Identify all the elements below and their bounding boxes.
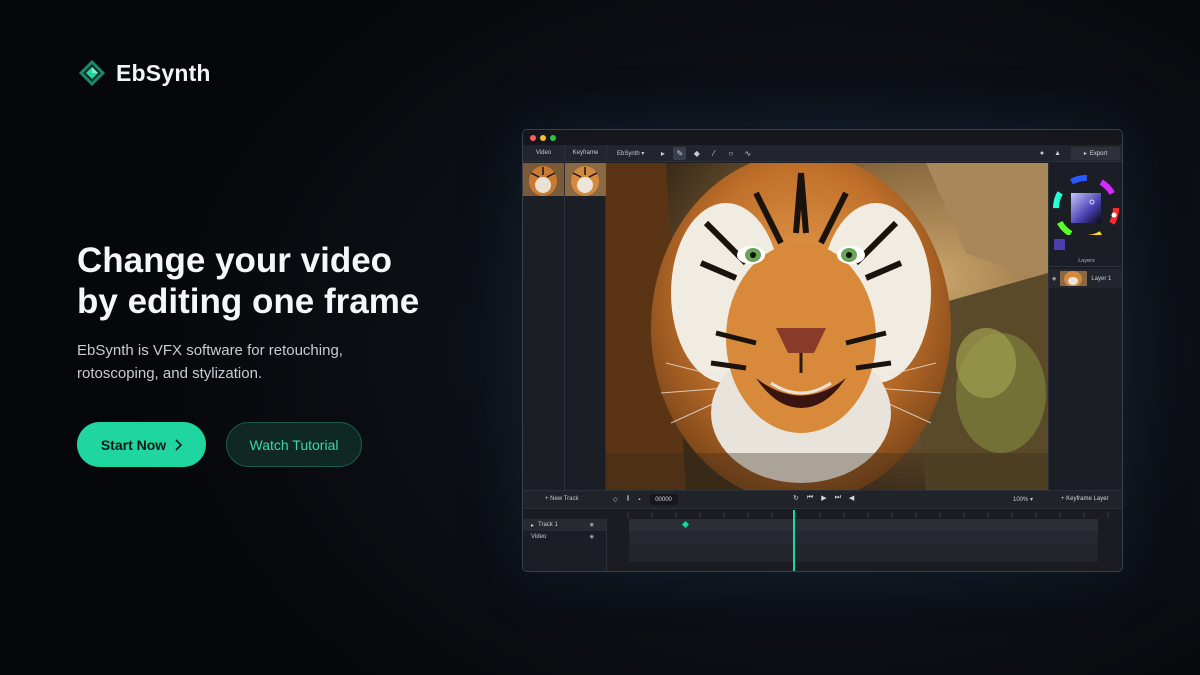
start-now-label: Start Now (100, 436, 167, 453)
volume-icon: ◀ (848, 495, 855, 502)
user-icon: ● (1039, 150, 1045, 157)
canvas-tiger-painting (606, 163, 1048, 490)
color-wheel (1053, 175, 1119, 235)
video-thumbnail (523, 163, 564, 196)
layer-thumbnail (1060, 271, 1088, 286)
play-icon: ▸ (1083, 151, 1087, 157)
bell-icon: ▲ (1054, 150, 1061, 157)
zoom-dropdown: 100% ▾ (1013, 497, 1034, 503)
brush-tool-icon: ✎ (673, 146, 687, 160)
keyframe-marker (681, 520, 690, 529)
app-window-screenshot: Video Keyframe EbSynth ▾ ▸ ✎ ◆ ⁄ ○ ∿ ● ▲… (522, 129, 1123, 572)
smudge-tool-icon: ∿ (744, 148, 752, 158)
track-row-track-1: ▸ Track 1 ◉ (523, 519, 606, 531)
timeline-header: + New Track ◇ ⫼ ▪ 00000 ↻ ⏮ ▶ ⏭ ◀ 100% ▾… (523, 491, 1122, 509)
ebsynth-logo-icon (78, 59, 106, 87)
keyframe-thumbnail (565, 163, 606, 196)
minimize-dot-icon (540, 134, 546, 141)
keyframe-layer-button: + Keyframe Layer (1061, 496, 1109, 502)
hero-subtitle: EbSynth is VFX software for retouching, … (77, 342, 343, 382)
tab-video: Video (535, 150, 552, 156)
properties-panel: Layers ◉ Layer 1 (1048, 163, 1122, 490)
skip-forward-icon: ⏭ (834, 494, 841, 501)
tab-keyframe: Keyframe (572, 150, 599, 156)
eye-icon: ◉ (589, 522, 594, 528)
play-icon: ▶ (821, 495, 827, 502)
layers-title: Layers (1049, 256, 1122, 267)
layer-name: Layer 1 (1091, 275, 1112, 282)
trash-icon: ▪ (638, 496, 641, 503)
track-row-video: Video ◉ (531, 534, 594, 540)
lasso-tool-icon: ○ (728, 148, 734, 158)
eye-icon: ◉ (589, 534, 594, 540)
brand-name: EbSynth (116, 59, 211, 86)
current-color-swatch (1054, 239, 1065, 250)
skip-back-icon: ⏮ (806, 494, 814, 501)
frame-counter: 00000 (649, 494, 678, 505)
layer-row: ◉ Layer 1 (1049, 269, 1122, 288)
brand-logo[interactable]: EbSynth (78, 59, 211, 87)
mode-dropdown: EbSynth ▾ (617, 150, 645, 157)
close-dot-icon (530, 134, 536, 141)
keyframe-diamond-icon: ◇ (613, 497, 618, 503)
eyedropper-tool-icon: ⁄ (713, 148, 715, 158)
window-titlebar (523, 130, 1122, 145)
chevron-right-icon (175, 438, 183, 451)
watch-tutorial-button[interactable]: Watch Tutorial (226, 422, 362, 467)
select-tool-icon: ▸ (660, 148, 665, 158)
maximize-dot-icon (550, 134, 556, 141)
start-now-button[interactable]: Start Now (77, 422, 206, 467)
app-toolbar: Video Keyframe EbSynth ▾ ▸ ✎ ◆ ⁄ ○ ∿ ● ▲… (523, 144, 1122, 162)
hero-headline: Change your video by editing one frame (77, 241, 420, 321)
split-icon: ⫼ (626, 496, 630, 502)
track-list: ▸ Track 1 ◉ Video ◉ (523, 519, 607, 571)
timeline-ruler (627, 512, 1109, 518)
eraser-tool-icon: ◆ (693, 148, 700, 158)
eye-icon: ◉ (1052, 275, 1057, 282)
track-lanes (629, 519, 1098, 562)
loop-icon: ↻ (793, 495, 799, 502)
new-track-button: + New Track (545, 496, 579, 502)
watch-tutorial-label: Watch Tutorial (249, 436, 339, 453)
export-button: ▸ Export (1071, 147, 1120, 160)
playhead (793, 510, 795, 571)
frames-panel (523, 163, 606, 490)
timeline-panel: + New Track ◇ ⫼ ▪ 00000 ↻ ⏮ ▶ ⏭ ◀ 100% ▾… (523, 490, 1122, 571)
